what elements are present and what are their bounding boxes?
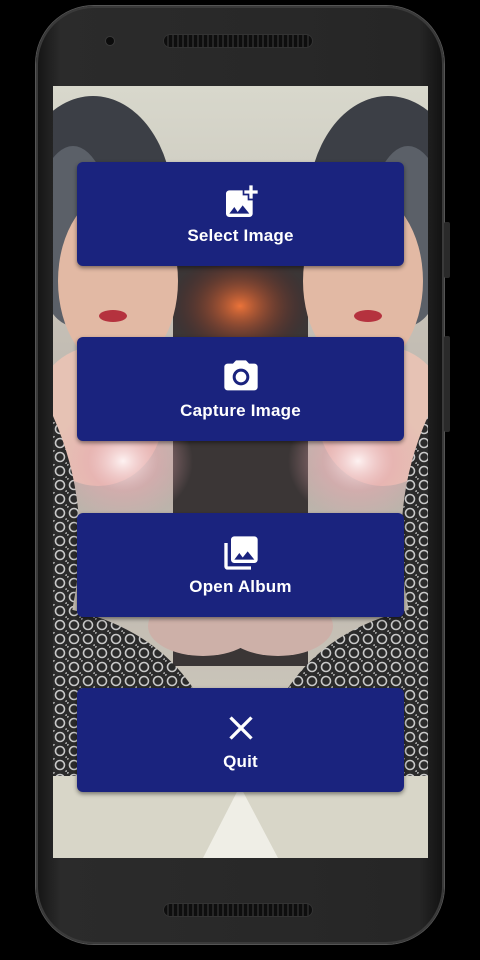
select-image-label: Select Image — [187, 226, 294, 245]
camera-icon — [223, 360, 258, 391]
volume-button — [444, 222, 450, 278]
photo-library-icon — [223, 536, 258, 570]
close-icon — [228, 716, 253, 740]
front-camera — [106, 37, 114, 45]
quit-label: Quit — [223, 752, 258, 771]
capture-image-button[interactable]: Capture Image — [77, 337, 404, 441]
phone-frame: Select Image Capture Image Open Album Qu… — [36, 6, 444, 944]
open-album-button[interactable]: Open Album — [77, 513, 404, 617]
select-image-button[interactable]: Select Image — [77, 162, 404, 266]
app-screen: Select Image Capture Image Open Album Qu… — [53, 86, 428, 858]
power-button — [444, 336, 450, 432]
top-speaker — [164, 35, 312, 47]
quit-button[interactable]: Quit — [77, 688, 404, 792]
capture-image-label: Capture Image — [180, 401, 301, 420]
bottom-speaker — [164, 904, 312, 916]
add-photo-icon — [225, 185, 258, 217]
open-album-label: Open Album — [189, 577, 292, 596]
